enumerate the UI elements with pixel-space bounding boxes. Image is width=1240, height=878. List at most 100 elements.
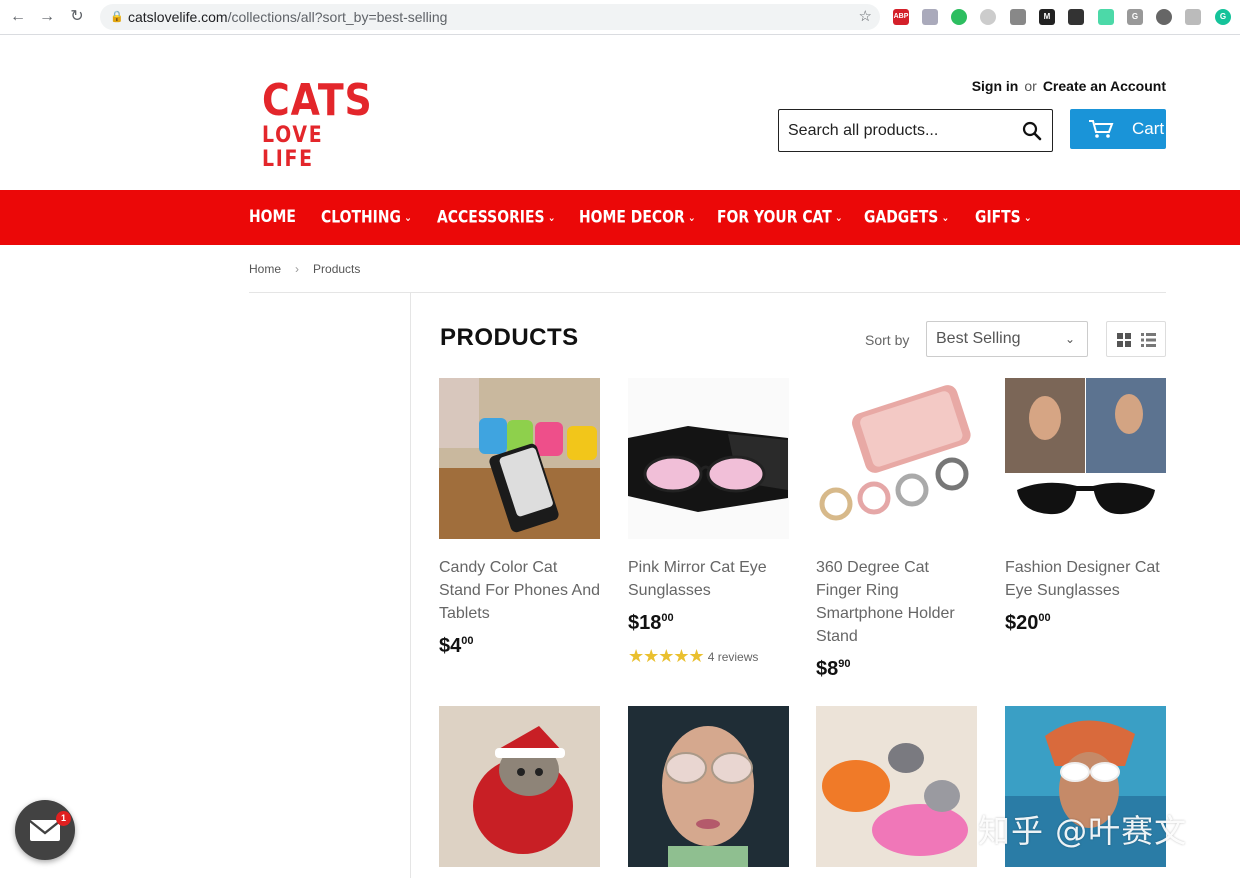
product-image[interactable] [816, 706, 977, 867]
bookmark-star-icon[interactable]: ☆ [859, 4, 872, 30]
product-image[interactable] [1005, 378, 1166, 539]
product-card[interactable]: Candy Color Cat Stand For Phones And Tab… [439, 378, 601, 658]
chevron-down-icon: ⌄ [1023, 211, 1032, 224]
reload-icon[interactable]: ↻ [67, 7, 87, 27]
sort-value: Best Selling [936, 330, 1021, 347]
chevron-down-icon: ⌄ [941, 211, 950, 224]
page-title: PRODUCTS [440, 324, 579, 351]
lock-icon: 🔒 [110, 11, 124, 23]
watermark: 知乎 @叶赛文 [978, 812, 1188, 850]
or-text: or [1024, 78, 1037, 94]
address-bar[interactable]: 🔒 catslovelife.com/collections/all?sort_… [100, 4, 880, 30]
sidebar-divider [410, 293, 411, 878]
price-main: $20 [1005, 612, 1039, 634]
nav-item-for-your-cat[interactable]: FOR YOUR CAT ⌄ [717, 190, 843, 245]
product-price: $890 [816, 658, 978, 681]
extension-icon[interactable] [1068, 9, 1084, 25]
product-title[interactable]: 360 Degree Cat Finger Ring Smartphone Ho… [816, 556, 978, 648]
cart-button[interactable]: Cart [1070, 109, 1166, 149]
cart-label: Cart [1132, 119, 1165, 138]
grid-view-icon[interactable] [1117, 333, 1131, 347]
logo-line2: LOVE LIFE [262, 123, 324, 172]
price-main: $8 [816, 658, 839, 680]
star-rating-icon: ★★★★★ [628, 646, 705, 666]
product-card[interactable] [816, 706, 978, 867]
product-card[interactable] [439, 706, 601, 867]
product-title[interactable]: Pink Mirror Cat Eye Sunglasses [628, 556, 790, 602]
search-icon[interactable] [1022, 121, 1042, 141]
cart-icon [1089, 120, 1114, 138]
g-extension-icon[interactable]: G [1127, 9, 1143, 25]
product-title[interactable]: Candy Color Cat Stand For Phones And Tab… [439, 556, 601, 625]
product-title[interactable]: Fashion Designer Cat Eye Sunglasses [1005, 556, 1167, 602]
nav-label: CLOTHING [321, 207, 401, 228]
product-image[interactable] [816, 378, 977, 539]
sort-select[interactable]: Best Selling ⌄ [926, 321, 1088, 357]
price-main: $18 [628, 612, 662, 634]
price-cents: 00 [661, 612, 674, 624]
breadcrumb: Home › Products [249, 262, 360, 276]
m-extension-icon[interactable]: M [1039, 9, 1055, 25]
chevron-down-icon: ⌄ [1064, 332, 1075, 346]
extension-icon[interactable] [980, 9, 996, 25]
product-image[interactable] [628, 378, 789, 539]
nav-item-home-decor[interactable]: HOME DECOR ⌄ [579, 190, 696, 245]
product-image[interactable] [439, 378, 600, 539]
price-cents: 00 [461, 635, 474, 647]
chevron-down-icon: ⌄ [835, 211, 843, 224]
back-arrow-icon[interactable]: ← [8, 7, 28, 27]
rating: ★★★★★ 4 reviews [628, 646, 790, 667]
extension-icon[interactable] [1098, 9, 1114, 25]
camera-icon[interactable] [1010, 9, 1026, 25]
newsletter-button[interactable]: 1 [15, 800, 75, 860]
review-count[interactable]: 4 reviews [708, 650, 759, 664]
browser-toolbar: ← → ↻ 🔒 catslovelife.com/collections/all… [0, 0, 1240, 35]
nav-label: GIFTS [975, 207, 1021, 228]
sort-label: Sort by [865, 332, 910, 348]
product-image[interactable] [628, 706, 789, 867]
adblock-extension-icon[interactable]: ABP [893, 9, 909, 25]
product-card[interactable]: Fashion Designer Cat Eye Sunglasses $200… [1005, 378, 1167, 635]
grammarly-icon[interactable]: G [1215, 9, 1231, 25]
product-card[interactable]: 360 Degree Cat Finger Ring Smartphone Ho… [816, 378, 978, 681]
robot-icon[interactable] [1156, 9, 1172, 25]
nav-label: ACCESSORIES [437, 207, 545, 228]
create-account-link[interactable]: Create an Account [1043, 78, 1166, 94]
list-view-icon[interactable] [1141, 333, 1156, 347]
nav-label: HOME [249, 207, 296, 227]
chevron-down-icon: ⌄ [687, 211, 696, 224]
view-toggle [1106, 321, 1166, 357]
breadcrumb-home[interactable]: Home [249, 262, 281, 276]
sign-in-link[interactable]: Sign in [972, 78, 1019, 94]
price-main: $4 [439, 635, 462, 657]
product-price: $1800 [628, 612, 790, 635]
nav-label: GADGETS [864, 207, 939, 228]
notification-badge: 1 [56, 811, 71, 826]
product-price: $400 [439, 635, 601, 658]
url-path: /collections/all?sort_by=best-selling [227, 9, 448, 25]
nav-label: HOME DECOR [579, 207, 685, 228]
store-logo[interactable]: CATS LOVE LIFE [262, 78, 378, 172]
chevron-down-icon: ⌄ [404, 211, 412, 224]
url-host: catslovelife.com [128, 9, 228, 25]
nav-label: FOR YOUR CAT [717, 207, 832, 228]
evernote-icon[interactable] [951, 9, 967, 25]
nav-item-accessories[interactable]: ACCESSORIES ⌄ [437, 190, 555, 245]
nav-item-gadgets[interactable]: GADGETS ⌄ [864, 190, 949, 245]
price-cents: 90 [838, 658, 851, 670]
forward-arrow-icon[interactable]: → [37, 7, 57, 27]
product-card[interactable] [628, 706, 790, 867]
mail-icon [29, 820, 61, 841]
account-links: Sign in or Create an Account [972, 78, 1166, 94]
product-price: $2000 [1005, 612, 1167, 635]
extension-icon[interactable] [1185, 9, 1201, 25]
nav-item-clothing[interactable]: CLOTHING ⌄ [321, 190, 412, 245]
nav-item-gifts[interactable]: GIFTS ⌄ [975, 190, 1032, 245]
product-image[interactable] [439, 706, 600, 867]
breadcrumb-current: Products [313, 262, 361, 276]
price-cents: 00 [1038, 612, 1051, 624]
product-card[interactable]: Pink Mirror Cat Eye Sunglasses $1800 ★★★… [628, 378, 790, 667]
nav-item-home[interactable]: HOME [249, 190, 296, 245]
search-input[interactable] [779, 110, 1009, 151]
extension-icon[interactable] [922, 9, 938, 25]
